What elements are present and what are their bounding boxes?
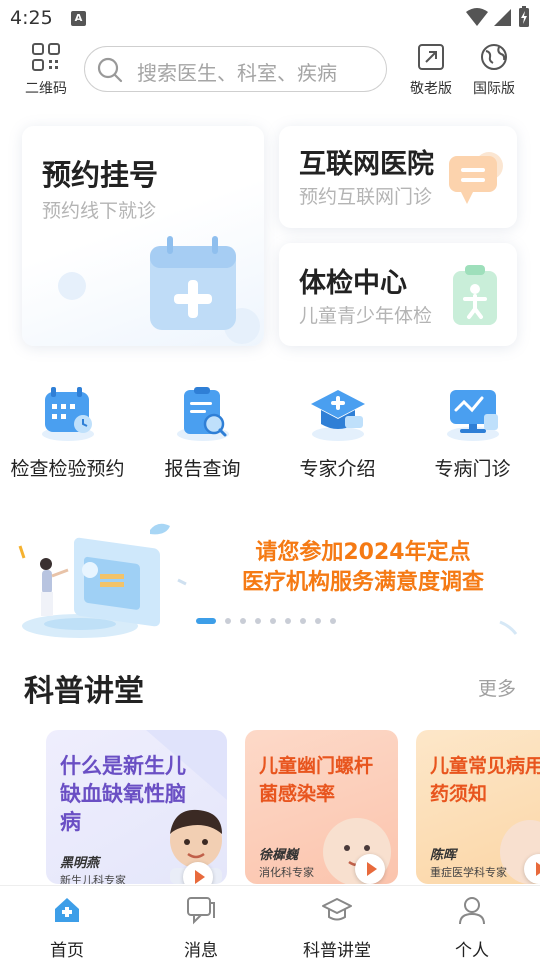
banner-dot[interactable] [330,618,336,624]
international-label: 国际版 [473,81,515,97]
tab-profile-label: 个人 [455,941,489,960]
checkup-center-card[interactable]: 体检中心 儿童青少年体检 [279,243,517,346]
search-placeholder: 搜索医生、科室、疾病 [137,61,337,85]
specialty-clinic-button[interactable]: 专病门诊 [405,386,540,481]
banner-dot[interactable] [270,618,276,624]
lecture-dept: 重症医学科专家 [430,866,507,879]
search-icon [97,57,123,83]
tab-lectures-label: 科普讲堂 [303,941,371,960]
expert-intro-label: 专家介绍 [299,458,376,480]
expert-intro-button[interactable]: 专家介绍 [270,386,405,481]
banner-dot[interactable] [255,618,261,624]
qr-code-button[interactable]: 二维码 [20,42,72,98]
expert-cap-icon [307,386,369,442]
appointment-subtitle: 预约线下就诊 [42,200,157,222]
message-icon [187,897,215,925]
battery-icon [519,6,529,27]
checkup-center-subtitle: 儿童青少年体检 [299,305,433,327]
lecture-doctor: 黑明燕 [60,856,100,871]
report-search-icon [172,386,234,442]
lecture-dept: 消化科专家 [259,866,314,879]
graduation-cap-icon [322,898,352,921]
lecture-dept: 新生儿科专家 [60,874,126,884]
internet-hospital-title: 互联网医院 [299,149,434,180]
banner-dot[interactable] [300,618,306,624]
banner-line-1: 请您参加2024年定点 [255,540,471,565]
banner-decoration [499,620,518,635]
lectures-section-title: 科普讲堂 [24,674,144,709]
globe-icon [481,44,507,70]
play-button[interactable] [183,862,213,884]
appointment-title: 预约挂号 [42,158,159,192]
survey-banner[interactable]: 请您参加2024年定点 医疗机构服务满意度调查 [0,512,540,640]
internet-hospital-card[interactable]: 互联网医院 预约互联网门诊 [279,126,517,228]
elder-mode-button[interactable]: 敬老版 [403,42,459,98]
exam-appointment-button[interactable]: 检查检验预约 [0,386,135,481]
lectures-more-link[interactable]: 更多 [478,674,516,701]
banner-dot[interactable] [315,618,321,624]
banner-headline: 请您参加2024年定点 医疗机构服务满意度调查 [218,538,508,598]
lecture-card[interactable]: 儿童常见病用药须知 陈晖 重症医学科专家 [416,730,540,884]
banner-dot[interactable] [285,618,291,624]
tab-home-label: 首页 [50,941,84,960]
tab-lectures[interactable]: 科普讲堂 [277,894,397,960]
lecture-title: 儿童幽门螺杆菌感染率 [259,755,374,805]
calendar-plus-icon [58,236,260,344]
banner-illustration [18,523,187,638]
clinic-monitor-icon [442,386,504,442]
banner-line-2: 医疗机构服务满意度调查 [241,570,484,595]
top-header: 二维码 搜索医生、科室、疾病 敬老版 国际版 [0,40,540,98]
report-query-label: 报告查询 [164,458,241,480]
elder-mode-label: 敬老版 [410,81,452,97]
lecture-doctor: 徐樨巍 [259,848,299,863]
checkup-center-title: 体检中心 [299,268,407,299]
home-icon [55,898,79,922]
search-input[interactable]: 搜索医生、科室、疾病 [84,46,387,92]
banner-dot[interactable] [240,618,246,624]
lecture-title: 儿童常见病用药须知 [430,755,540,805]
signal-icon [494,9,511,26]
report-query-button[interactable]: 报告查询 [135,386,270,481]
status-icons [466,6,530,28]
banner-dot-active[interactable] [196,618,216,624]
banner-pagination [196,618,336,624]
qr-code-label: 二维码 [25,81,67,97]
lecture-card[interactable]: 什么是新生儿缺血缺氧性脑病 黑明燕 新生儿科专家 [46,730,227,884]
status-bar: 4:25 A [0,0,540,38]
internet-hospital-subtitle: 预约互联网门诊 [299,186,433,208]
status-time: 4:25 [10,7,53,29]
exam-appointment-label: 检查检验预约 [10,458,125,480]
specialty-clinic-label: 专病门诊 [434,458,511,480]
lecture-doctor: 陈晖 [430,848,457,863]
lecture-card[interactable]: 儿童幽门螺杆菌感染率 徐樨巍 消化科专家 [245,730,398,884]
banner-dot[interactable] [225,618,231,624]
notification-icon: A [71,11,86,26]
play-button[interactable] [355,854,385,884]
calendar-clock-icon [37,386,99,442]
tab-home[interactable]: 首页 [7,894,127,960]
tab-messages-label: 消息 [184,941,218,960]
appointment-card[interactable]: 预约挂号 预约线下就诊 [22,126,264,346]
person-icon [459,897,485,925]
tab-profile[interactable]: 个人 [412,894,532,960]
external-link-icon [418,44,444,70]
international-button[interactable]: 国际版 [466,42,522,98]
tab-messages[interactable]: 消息 [141,894,261,960]
bottom-tabbar: 首页 消息 科普讲堂 个人 [0,885,540,960]
quick-services: 检查检验预约 报告查询 专家介绍 专病门诊 [0,386,540,486]
qr-code-icon [32,43,60,71]
clipboard-person-icon [453,265,497,325]
chat-bubble-icon [449,152,503,204]
wifi-icon [466,8,488,26]
